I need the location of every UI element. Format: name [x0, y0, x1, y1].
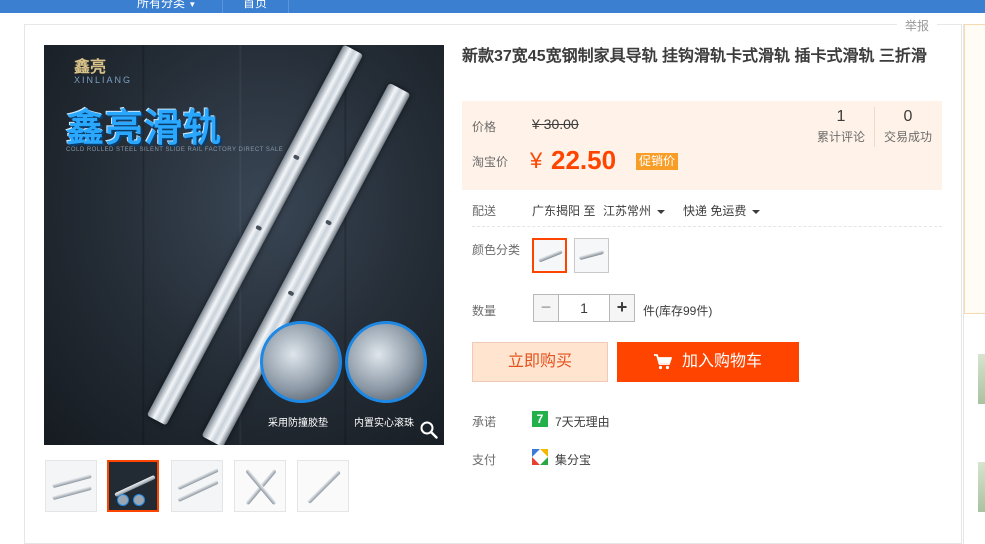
cart-icon — [653, 353, 672, 369]
original-price: ¥ 30.00 — [532, 116, 579, 132]
thumbnail[interactable] — [45, 460, 97, 512]
shipping-select[interactable]: 快递 免运费 — [683, 202, 761, 219]
rail-hole — [292, 154, 300, 161]
add-to-cart-button[interactable]: 加入购物车 — [617, 342, 799, 382]
delivery-destination: 江苏常州 — [603, 204, 652, 218]
thumbnail-rail — [177, 467, 219, 491]
color-label: 颜色分类 — [472, 243, 521, 257]
thumbnail[interactable] — [234, 460, 286, 512]
brand-logo-sub: XINLIANG — [74, 75, 133, 85]
quantity-decrease-button[interactable]: − — [533, 294, 559, 322]
reviews-count: 1 — [836, 108, 846, 125]
current-price: 22.50 — [551, 145, 617, 175]
add-to-cart-label: 加入购物车 — [681, 353, 762, 370]
main-product-image[interactable]: 鑫亮 XINLIANG 鑫亮滑轨 COLD ROLLED STEEL SILEN… — [44, 45, 444, 445]
side-panel-card — [964, 24, 985, 314]
color-option[interactable] — [574, 238, 609, 273]
thumbnail-rail — [307, 470, 341, 504]
nav-home[interactable]: 首页 — [243, 0, 267, 11]
nav-divider — [288, 0, 289, 13]
promo-badge: 促销价 — [636, 153, 679, 170]
detail-circle-bumper — [260, 321, 342, 403]
sales-stat: 0 交易成功 — [880, 108, 936, 145]
sales-count: 0 — [903, 108, 913, 125]
side-recommend-image[interactable] — [978, 462, 985, 512]
thumbnail-circle — [133, 494, 145, 506]
brand-headline: 鑫亮滑轨 — [66, 108, 223, 150]
detail-circle-ball — [345, 321, 427, 403]
color-option-selected[interactable] — [532, 238, 567, 273]
zoom-icon[interactable] — [420, 421, 438, 439]
caret-down-icon — [752, 209, 761, 214]
delivery-label: 配送 — [472, 204, 497, 218]
delivery-destination-select[interactable]: 江苏常州 — [603, 202, 666, 219]
product-title: 新款37宽45宽钢制家具导轨 挂钩滑轨卡式滑轨 插卡式滑轨 三折滑 — [462, 48, 927, 65]
taobao-price-label: 淘宝价 — [472, 155, 509, 169]
stat-divider — [874, 107, 875, 147]
buy-now-button[interactable]: 立即购买 — [472, 342, 608, 382]
top-nav-bar: 所有分类 ▼ 首页 — [0, 0, 985, 13]
currency-symbol: ¥ — [530, 148, 543, 173]
thumbnail[interactable] — [171, 460, 223, 512]
thumbnail-circle — [117, 494, 129, 506]
rail-hole — [255, 224, 263, 232]
promise-text[interactable]: 7天无理由 — [555, 413, 610, 430]
quantity-input[interactable]: 1 — [559, 294, 609, 322]
feature-label-ball: 内置实心滚珠 — [354, 418, 414, 429]
price-box — [462, 101, 942, 190]
nav-divider — [222, 0, 223, 13]
price-label: 价格 — [472, 120, 497, 134]
rail-hole — [324, 219, 333, 226]
rail-swatch-image — [538, 249, 563, 263]
payment-text[interactable]: 集分宝 — [555, 451, 591, 468]
rail-hole — [287, 290, 295, 297]
seven-day-return-icon: 7 — [532, 411, 548, 427]
brand-tagline: COLD ROLLED STEEL SILENT SLIDE RAIL FACT… — [66, 147, 284, 153]
stock-note: 件(库存99件) — [643, 304, 713, 318]
delivery-origin: 广东揭阳 至 — [532, 204, 596, 218]
side-recommend-image[interactable] — [978, 354, 985, 404]
thumbnail-rail — [52, 485, 92, 501]
feature-label-bumper: 采用防撞胶垫 — [268, 418, 328, 429]
brand-logo-text: 鑫亮 — [74, 57, 107, 76]
quantity-increase-button[interactable]: + — [609, 294, 635, 322]
report-link[interactable]: 举报 — [897, 17, 938, 34]
side-panel — [963, 24, 985, 544]
reviews-label: 累计评论 — [816, 130, 865, 144]
shipping-method: 快递 免运费 — [683, 204, 747, 218]
promise-label: 承诺 — [472, 415, 497, 429]
caret-down-icon — [657, 209, 666, 214]
thumbnail[interactable] — [297, 460, 349, 512]
chevron-down-icon: ▼ — [188, 0, 197, 9]
nav-all-categories-label: 所有分类 — [137, 0, 186, 10]
reviews-stat[interactable]: 1 累计评论 — [812, 108, 870, 145]
rail-swatch-image — [578, 249, 605, 261]
payment-label: 支付 — [472, 453, 497, 467]
thumbnail-active[interactable] — [107, 460, 159, 512]
quantity-label: 数量 — [472, 304, 497, 318]
nav-all-categories[interactable]: 所有分类 ▼ — [137, 0, 196, 13]
sales-label: 交易成功 — [883, 130, 932, 144]
divider — [472, 226, 942, 227]
jifenbao-icon — [532, 449, 548, 465]
